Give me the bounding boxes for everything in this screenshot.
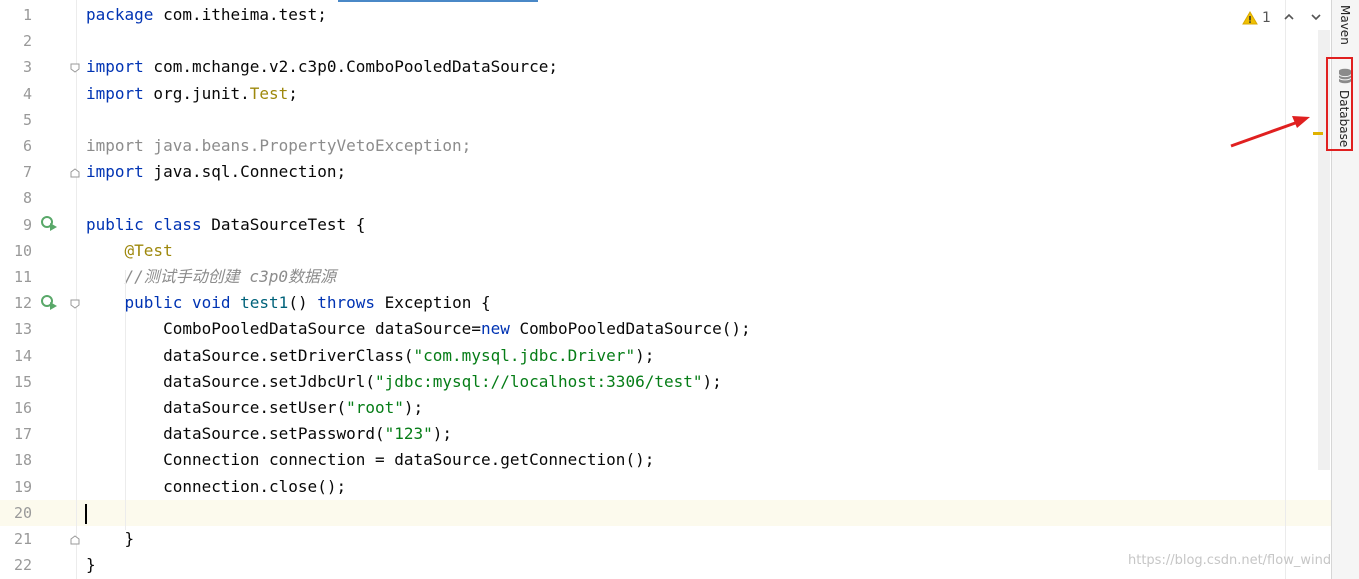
- line-number: 19: [13, 477, 32, 496]
- line-number: 12: [13, 294, 32, 313]
- code-line[interactable]: 17 dataSource.setPassword("123");: [0, 421, 1331, 447]
- code-text[interactable]: dataSource.setDriverClass("com.mysql.jdb…: [86, 343, 654, 369]
- line-number: 10: [13, 241, 32, 260]
- code-line[interactable]: 18 Connection connection = dataSource.ge…: [0, 447, 1331, 473]
- watermark-text: https://blog.csdn.net/flow_wind: [1128, 553, 1332, 568]
- indent-guide: [125, 270, 126, 530]
- run-test-icon[interactable]: [40, 215, 58, 231]
- code-text[interactable]: //测试手动创建 c3p0数据源: [86, 264, 336, 290]
- code-line[interactable]: 7 import java.sql.Connection;: [0, 159, 1331, 185]
- code-line[interactable]: 6 import java.beans.PropertyVetoException…: [0, 133, 1331, 159]
- code-text[interactable]: dataSource.setPassword("123");: [86, 421, 452, 447]
- fold-end-icon[interactable]: [70, 535, 80, 545]
- code-text[interactable]: import com.mchange.v2.c3p0.ComboPooledDa…: [86, 54, 558, 80]
- annotation-arrow: [1230, 116, 1310, 148]
- line-number: 3: [22, 58, 32, 77]
- line-number: 22: [13, 556, 32, 575]
- fold-collapse-icon[interactable]: [70, 299, 80, 309]
- line-number: 18: [13, 451, 32, 470]
- code-line[interactable]: 2: [0, 28, 1331, 54]
- code-text[interactable]: public void test1() throws Exception {: [86, 290, 491, 316]
- code-line[interactable]: 21 }: [0, 526, 1331, 552]
- code-line[interactable]: 9 public class DataSourceTest {: [0, 212, 1331, 238]
- code-text[interactable]: dataSource.setJdbcUrl("jdbc:mysql://loca…: [86, 369, 722, 395]
- code-text[interactable]: @Test: [86, 238, 173, 264]
- line-number: 21: [13, 530, 32, 548]
- code-text[interactable]: dataSource.setUser("root");: [86, 395, 423, 421]
- code-line[interactable]: 5: [0, 107, 1331, 133]
- line-number: 8: [22, 189, 32, 208]
- line-number: 20: [13, 503, 32, 522]
- chevron-down-icon[interactable]: [1309, 10, 1323, 24]
- inspection-widget[interactable]: 1: [1242, 8, 1271, 28]
- fold-collapse-icon[interactable]: [70, 63, 80, 73]
- code-text[interactable]: Connection connection = dataSource.getCo…: [86, 447, 654, 473]
- code-line[interactable]: 12 public void test1() throws Exception …: [0, 290, 1331, 316]
- line-number: 16: [13, 399, 32, 417]
- gutter-divider: [76, 0, 77, 579]
- code-text[interactable]: import java.sql.Connection;: [86, 159, 346, 185]
- maven-tool-tab[interactable]: Maven: [1331, 2, 1359, 48]
- code-line[interactable]: 8: [0, 185, 1331, 211]
- code-line[interactable]: 14 dataSource.setDriverClass("com.mysql.…: [0, 343, 1331, 369]
- code-line[interactable]: 11 //测试手动创建 c3p0数据源: [0, 264, 1331, 290]
- line-number: 4: [22, 84, 32, 103]
- line-number: 14: [13, 346, 32, 365]
- run-test-icon[interactable]: [40, 294, 58, 310]
- maven-tab-label: Maven: [1338, 5, 1352, 45]
- code-line[interactable]: 20: [0, 499, 1331, 526]
- code-line[interactable]: 15 dataSource.setJdbcUrl("jdbc:mysql://l…: [0, 369, 1331, 395]
- line-number: 15: [13, 372, 32, 391]
- line-number: 9: [22, 215, 32, 234]
- right-margin-guide: [1285, 0, 1286, 579]
- code-line[interactable]: 13 ComboPooledDataSource dataSource=new …: [0, 316, 1331, 342]
- fold-end-icon[interactable]: [70, 168, 80, 178]
- line-number: 6: [22, 137, 32, 155]
- line-number: 7: [22, 163, 32, 182]
- code-line[interactable]: 4 import org.junit.Test;: [0, 81, 1331, 107]
- warning-icon: [1242, 11, 1258, 25]
- line-number: 1: [22, 6, 32, 24]
- code-editor[interactable]: 1 package com.itheima.test; 2 3 import com.m…: [0, 0, 1331, 579]
- code-line[interactable]: 3 import com.mchange.v2.c3p0.ComboPooledD…: [0, 54, 1331, 80]
- code-line[interactable]: 10 @Test: [0, 238, 1331, 264]
- line-number: 17: [13, 425, 32, 444]
- code-line[interactable]: 16 dataSource.setUser("root");: [0, 395, 1331, 421]
- line-number: 13: [13, 320, 32, 339]
- highlight-box: [1326, 57, 1353, 151]
- code-text[interactable]: import java.beans.PropertyVetoException;: [86, 133, 471, 159]
- warning-count: 1: [1262, 10, 1271, 26]
- code-text[interactable]: import org.junit.Test;: [86, 81, 298, 107]
- chevron-up-icon[interactable]: [1282, 10, 1296, 24]
- code-text[interactable]: }: [86, 526, 135, 552]
- line-number: 11: [13, 268, 32, 286]
- line-number: 2: [22, 32, 32, 51]
- text-caret: [85, 504, 87, 524]
- code-text[interactable]: }: [86, 552, 96, 578]
- code-line[interactable]: 19 connection.close();: [0, 474, 1331, 500]
- code-text[interactable]: ComboPooledDataSource dataSource=new Com…: [86, 316, 751, 342]
- code-text[interactable]: package com.itheima.test;: [86, 2, 327, 28]
- code-text[interactable]: public class DataSourceTest {: [86, 212, 365, 238]
- line-number: 5: [22, 110, 32, 129]
- code-line[interactable]: 1 package com.itheima.test;: [0, 2, 1331, 28]
